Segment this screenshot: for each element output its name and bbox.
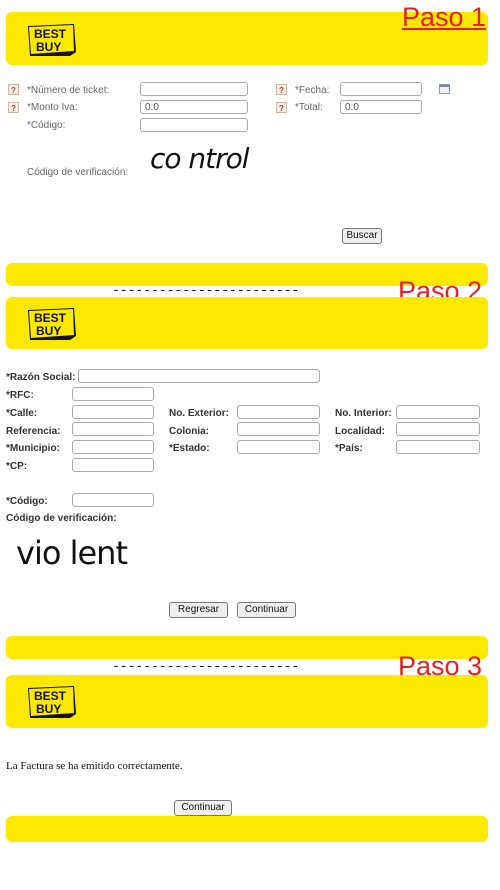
no-exterior-input[interactable] — [237, 405, 320, 419]
localidad-label: Localidad: — [335, 426, 386, 437]
pais-label: *País: — [335, 443, 363, 454]
calle-input[interactable] — [72, 405, 154, 419]
calle-label: *Calle: — [6, 408, 38, 419]
estado-select[interactable] — [237, 440, 320, 454]
monto-iva-input[interactable]: 0.0 — [140, 100, 248, 114]
footer-bar-step3 — [6, 816, 488, 842]
svg-text:BUY: BUY — [36, 324, 61, 338]
codigo-input[interactable] — [140, 118, 248, 132]
localidad-input[interactable] — [396, 422, 480, 436]
svg-text:BEST: BEST — [34, 311, 67, 325]
continue-button[interactable]: Continuar — [174, 800, 232, 816]
calendar-icon[interactable] — [439, 84, 450, 94]
verification-label: Código de verificación: — [27, 167, 129, 178]
help-icon[interactable]: ? — [276, 84, 287, 95]
help-icon[interactable]: ? — [276, 102, 287, 113]
pais-select[interactable] — [396, 440, 480, 454]
step-separator: ------------------------ — [112, 283, 300, 298]
referencia-input[interactable] — [72, 422, 154, 436]
step-separator: ------------------------ — [112, 659, 300, 674]
verification-label: Código de verificación: — [6, 513, 117, 524]
header-bar-step3 — [6, 675, 488, 728]
colonia-input[interactable] — [237, 422, 320, 436]
continue-button[interactable]: Continuar — [237, 602, 296, 618]
monto-label: *Monto Iva: — [27, 102, 78, 113]
step-1-title: Paso 1 — [402, 2, 487, 32]
header-bar-step2 — [6, 297, 488, 349]
razon-social-input[interactable] — [78, 369, 320, 383]
help-icon[interactable]: ? — [8, 84, 19, 95]
cp-label: *CP: — [6, 461, 28, 472]
back-button[interactable]: Regresar — [169, 602, 228, 618]
rfc-label: *RFC: — [6, 390, 34, 401]
svg-text:BEST: BEST — [34, 689, 67, 703]
codigo-label: *Código: — [6, 496, 48, 507]
rfc-input[interactable] — [72, 387, 154, 401]
captcha-image: vio lent — [16, 534, 128, 572]
estado-label: *Estado: — [169, 443, 210, 454]
municipio-label: *Municipio: — [6, 443, 60, 454]
codigo-label: *Código: — [27, 120, 66, 131]
search-button[interactable]: Buscar — [342, 228, 382, 244]
ticket-input[interactable] — [140, 82, 248, 96]
no-exterior-label: No. Exterior: — [169, 408, 230, 419]
fecha-label: *Fecha: — [295, 85, 330, 96]
svg-text:BEST: BEST — [34, 27, 67, 41]
razon-social-label: *Razón Social: — [6, 372, 76, 383]
bestbuy-logo: BEST BUY — [26, 22, 78, 58]
no-interior-input[interactable] — [396, 405, 480, 419]
total-input[interactable]: 0.0 — [340, 100, 422, 114]
fecha-input[interactable] — [340, 82, 422, 96]
no-interior-label: No. Interior: — [335, 408, 392, 419]
bestbuy-logo: BEST BUY — [26, 306, 78, 342]
success-message: La Factura se ha emitido correctamente. — [6, 760, 183, 772]
svg-text:BUY: BUY — [36, 40, 61, 54]
svg-text:BUY: BUY — [36, 702, 61, 716]
ticket-label: *Número de ticket: — [27, 85, 110, 96]
captcha-image: co ntrol — [150, 142, 250, 175]
codigo-input[interactable] — [72, 493, 154, 507]
help-icon[interactable]: ? — [8, 102, 19, 113]
municipio-input[interactable] — [72, 440, 154, 454]
cp-input[interactable] — [72, 458, 154, 472]
colonia-label: Colonia: — [169, 426, 209, 437]
referencia-label: Referencia: — [6, 426, 61, 437]
total-label: *Total: — [295, 102, 323, 113]
bestbuy-logo: BEST BUY — [26, 684, 78, 720]
